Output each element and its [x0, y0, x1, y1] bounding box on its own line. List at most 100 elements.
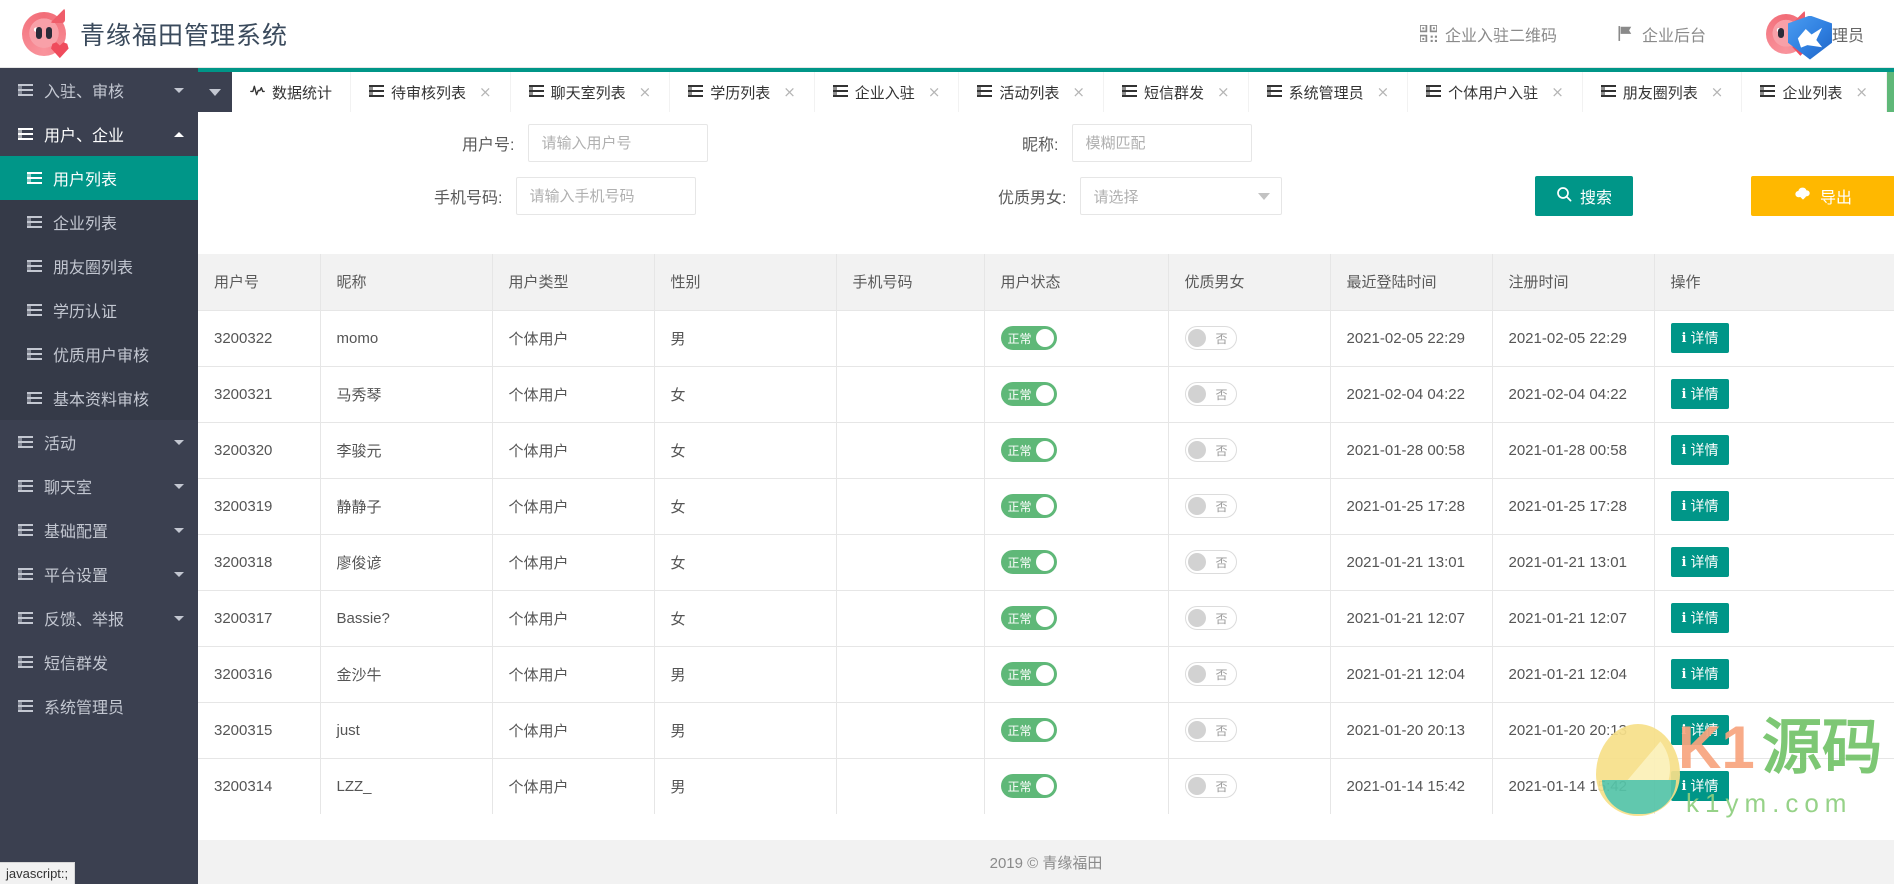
search-button[interactable]: 搜索 — [1535, 176, 1633, 216]
user-type-cell: 个体用户 — [492, 478, 654, 534]
tab-item[interactable]: 企业列表× — [1742, 72, 1887, 112]
sidebar-item-activity[interactable]: 活动 — [0, 420, 198, 464]
user-status-cell: 正常 — [984, 646, 1168, 702]
status-toggle[interactable]: 正常 — [1001, 326, 1057, 350]
last-login-cell: 2021-02-04 04:22 — [1330, 366, 1492, 422]
tab-item[interactable]: 个体用户入驻× — [1408, 72, 1583, 112]
quality-toggle[interactable]: 否 — [1185, 326, 1237, 350]
export-button[interactable]: 导出 — [1751, 176, 1894, 216]
user-menu[interactable]: 管理员 — [1766, 14, 1864, 54]
tab-item[interactable]: 企业入驻× — [815, 72, 960, 112]
sidebar-item-user-list[interactable]: 用户列表 — [0, 156, 198, 200]
quality-toggle[interactable]: 否 — [1185, 494, 1237, 518]
chevron-up-icon — [174, 132, 184, 137]
tab-item[interactable]: 系统管理员× — [1249, 72, 1409, 112]
detail-button[interactable]: i详情 — [1671, 603, 1730, 633]
status-toggle[interactable]: 正常 — [1001, 718, 1057, 742]
sidebar-item-education-verify[interactable]: 学历认证 — [0, 288, 198, 332]
detail-button[interactable]: i详情 — [1671, 379, 1730, 409]
tab-item[interactable]: 数据统计 — [232, 72, 351, 112]
tab-item[interactable]: 朋友圈列表× — [1583, 72, 1743, 112]
sidebar-item-platform-settings[interactable]: 平台设置 — [0, 552, 198, 596]
detail-button[interactable]: i详情 — [1671, 491, 1730, 521]
enterprise-qrcode-link[interactable]: 企业入驻二维码 — [1420, 22, 1557, 46]
gender-cell: 女 — [654, 478, 836, 534]
tab-item[interactable]: 学历列表× — [670, 72, 815, 112]
tab-close-icon[interactable]: × — [1711, 85, 1724, 100]
quality-toggle[interactable]: 否 — [1185, 774, 1237, 798]
chevron-down-icon — [174, 616, 184, 621]
status-toggle[interactable]: 正常 — [1001, 494, 1057, 518]
quality-toggle[interactable]: 否 — [1185, 382, 1237, 406]
phone-cell — [836, 702, 984, 758]
detail-button[interactable]: i详情 — [1671, 659, 1730, 689]
quality-toggle[interactable]: 否 — [1185, 438, 1237, 462]
tab-close-icon[interactable]: × — [1217, 85, 1230, 100]
tab-scroll-left-button[interactable] — [198, 72, 232, 112]
sidebar-item-basic-info-review[interactable]: 基本资料审核 — [0, 376, 198, 420]
quality-toggle[interactable]: 否 — [1185, 606, 1237, 630]
detail-button[interactable]: i详情 — [1671, 547, 1730, 577]
tab-close-icon[interactable]: × — [928, 85, 941, 100]
tab-close-icon[interactable]: × — [1072, 85, 1085, 100]
detail-button[interactable]: i详情 — [1671, 323, 1730, 353]
sidebar-item-chatroom[interactable]: 聊天室 — [0, 464, 198, 508]
quality-toggle-label: 否 — [1215, 442, 1227, 459]
quality-gender-select[interactable]: 请选择 — [1080, 177, 1282, 215]
sidebar-subitem-label: 企业列表 — [53, 210, 117, 234]
detail-button[interactable]: i详情 — [1671, 435, 1730, 465]
gender-cell: 男 — [654, 702, 836, 758]
detail-button[interactable]: i详情 — [1671, 715, 1730, 745]
sidebar-item-quality-user-review[interactable]: 优质用户审核 — [0, 332, 198, 376]
tab-close-icon[interactable]: × — [479, 85, 492, 100]
tab-close-icon[interactable]: × — [639, 85, 652, 100]
detail-button[interactable]: i详情 — [1671, 771, 1730, 801]
quality-toggle[interactable]: 否 — [1185, 718, 1237, 742]
sidebar-item-feedback-report[interactable]: 反馈、举报 — [0, 596, 198, 640]
user-no-cell: 3200314 — [198, 758, 320, 814]
sidebar-item-ruzhu-shenhe[interactable]: 入驻、审核 — [0, 68, 198, 112]
user-no-input[interactable] — [528, 124, 708, 162]
enterprise-backend-link[interactable]: 企业后台 — [1617, 22, 1706, 46]
user-no-cell: 3200322 — [198, 310, 320, 366]
sidebar-item-yonghu-qiye[interactable]: 用户、企业 — [0, 112, 198, 156]
quality-toggle[interactable]: 否 — [1185, 662, 1237, 686]
status-toggle[interactable]: 正常 — [1001, 550, 1057, 574]
sidebar-item-system-admin[interactable]: 系统管理员 — [0, 684, 198, 728]
phone-input[interactable] — [516, 177, 696, 215]
tab-item[interactable]: 聊天室列表× — [511, 72, 671, 112]
tab-close-icon[interactable]: × — [1855, 85, 1868, 100]
toggle-knob — [1188, 777, 1206, 795]
user-table-container[interactable]: 用户号昵称用户类型性别手机号码用户状态优质男女最近登陆时间注册时间操作 3200… — [198, 254, 1894, 814]
status-toggle[interactable]: 正常 — [1001, 662, 1057, 686]
status-toggle[interactable]: 正常 — [1001, 774, 1057, 798]
status-toggle[interactable]: 正常 — [1001, 438, 1057, 462]
chevron-down-icon — [209, 89, 221, 96]
list-icon — [833, 84, 848, 101]
action-cell: i详情 — [1654, 646, 1894, 702]
tab-close-icon[interactable]: × — [783, 85, 796, 100]
tab-item[interactable]: 用户列表× — [1887, 72, 1894, 112]
gender-cell: 女 — [654, 366, 836, 422]
sidebar-item-label: 活动 — [44, 430, 76, 454]
list-icon — [18, 700, 33, 712]
user-status-cell: 正常 — [984, 478, 1168, 534]
status-toggle-label: 正常 — [1008, 722, 1032, 739]
tab-item[interactable]: 待审核列表× — [351, 72, 511, 112]
nickname-input[interactable] — [1072, 124, 1252, 162]
status-toggle-label: 正常 — [1008, 778, 1032, 795]
sidebar-item-sms-broadcast[interactable]: 短信群发 — [0, 640, 198, 684]
status-toggle[interactable]: 正常 — [1001, 382, 1057, 406]
tab-close-icon[interactable]: × — [1551, 85, 1564, 100]
list-icon — [529, 84, 544, 101]
detail-button-label: 详情 — [1690, 440, 1718, 460]
tab-item[interactable]: 短信群发× — [1104, 72, 1249, 112]
tab-close-icon[interactable]: × — [1377, 85, 1390, 100]
sidebar-item-basic-config[interactable]: 基础配置 — [0, 508, 198, 552]
tab-item[interactable]: 活动列表× — [959, 72, 1104, 112]
sidebar-item-enterprise-list[interactable]: 企业列表 — [0, 200, 198, 244]
status-toggle[interactable]: 正常 — [1001, 606, 1057, 630]
sidebar-item-moments-list[interactable]: 朋友圈列表 — [0, 244, 198, 288]
status-toggle-label: 正常 — [1008, 386, 1032, 403]
quality-toggle[interactable]: 否 — [1185, 550, 1237, 574]
